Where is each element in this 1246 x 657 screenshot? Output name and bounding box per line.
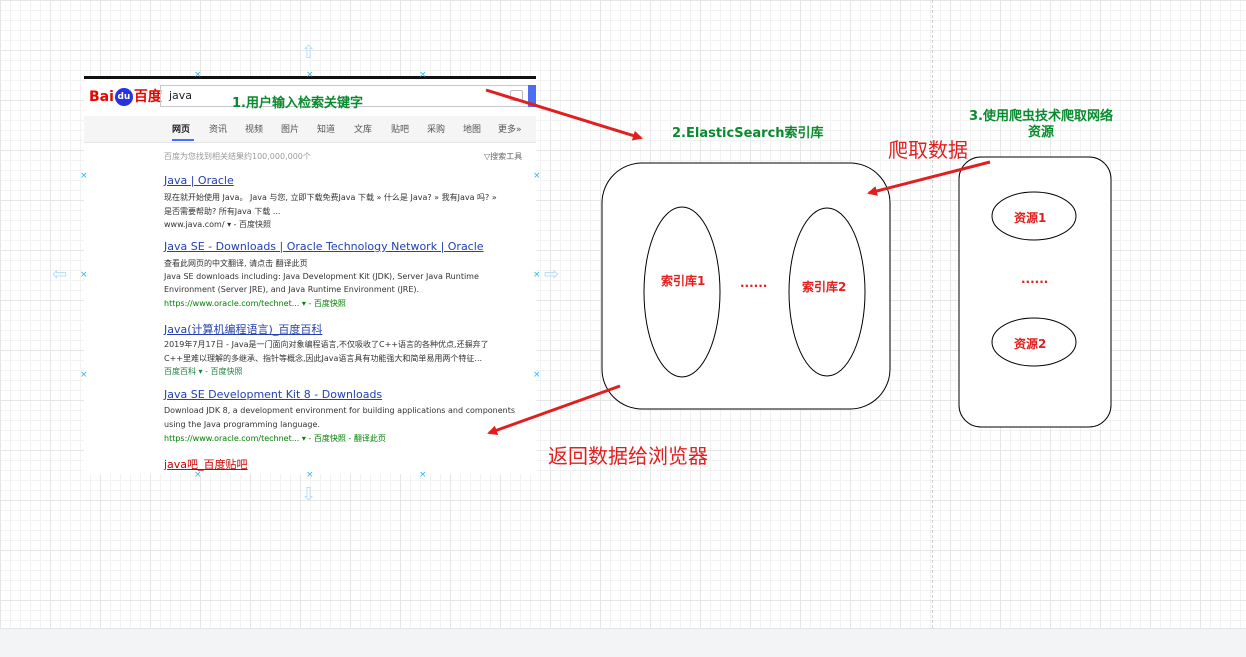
resource-node-label: 资源1	[1014, 211, 1047, 225]
diagram-shapes	[485, 88, 1112, 436]
step3-label-line2: 资源	[1028, 125, 1055, 140]
index-node-label: 索引库2	[802, 280, 847, 294]
index-ellipsis: ......	[740, 276, 768, 290]
arrow-query-to-index[interactable]	[485, 88, 643, 141]
resource-ellipsis: ......	[1021, 272, 1049, 286]
arrow-return-to-browser[interactable]	[487, 384, 621, 436]
step2-label: 2.ElasticSearch索引库	[672, 126, 824, 141]
step1-label: 1.用户输入检索关键字	[232, 96, 363, 111]
index-node[interactable]	[643, 206, 721, 378]
resource-node-label: 资源2	[1014, 337, 1047, 351]
crawl-label: 爬取数据	[888, 138, 968, 162]
index-node-label: 索引库1	[661, 274, 706, 288]
status-footer	[0, 628, 1246, 657]
return-label: 返回数据给浏览器	[548, 444, 708, 468]
